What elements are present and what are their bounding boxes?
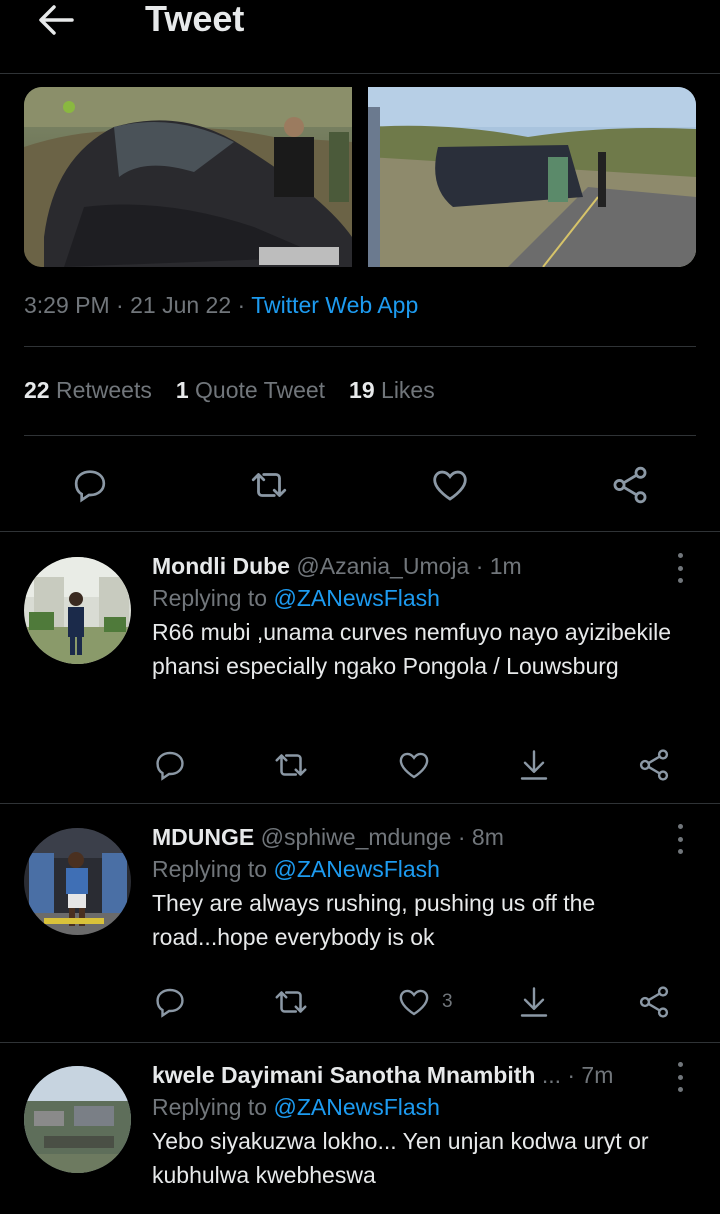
reply-button[interactable] [68, 463, 112, 507]
replying-to: Replying to @ZANewsFlash [152, 856, 440, 882]
tweet-media [24, 87, 696, 267]
reply-button[interactable] [152, 745, 188, 785]
tweet-time: 3:29 PM [24, 292, 110, 318]
more-options-button[interactable] [668, 1062, 692, 1092]
share-icon [639, 749, 669, 781]
share-icon [639, 986, 669, 1018]
username[interactable]: @Azania_Umoja [296, 553, 469, 579]
more-options-button[interactable] [668, 824, 692, 854]
avatar[interactable] [24, 557, 131, 664]
page-title: Tweet [145, 0, 245, 39]
reply-time: · 1m [475, 553, 522, 579]
retweet-button[interactable] [272, 982, 310, 1022]
divider [24, 435, 696, 436]
separator: · [116, 292, 124, 318]
avatar[interactable] [24, 1066, 131, 1173]
reply-header: Mondli Dube @Azania_Umoja · 1m [152, 551, 672, 581]
download-icon [520, 987, 548, 1017]
quote-tweets-stat[interactable]: 1 Quote Tweet [176, 377, 325, 404]
reply-text: They are always rushing, pushing us off … [152, 890, 596, 950]
top-bar: Tweet [0, 0, 720, 74]
download-button[interactable] [516, 982, 552, 1022]
divider [0, 531, 720, 532]
reply-actions: 3 [152, 982, 692, 1022]
reply-icon [156, 751, 184, 781]
reply-icon [74, 470, 106, 503]
share-button[interactable] [636, 982, 672, 1022]
tweet-photo-1[interactable] [24, 87, 352, 267]
tweet-source-link[interactable]: Twitter Web App [251, 292, 418, 318]
reply-time: · 7m [567, 1062, 614, 1088]
back-button[interactable] [36, 2, 76, 38]
retweet-button[interactable] [247, 463, 291, 507]
back-arrow-icon [39, 5, 74, 35]
retweet-icon [275, 754, 307, 776]
like-icon [399, 752, 429, 779]
separator: · [237, 292, 246, 318]
divider [24, 346, 696, 347]
replying-to: Replying to @ZANewsFlash [152, 1094, 440, 1120]
divider [0, 1042, 720, 1043]
retweet-icon [275, 991, 307, 1013]
share-icon [613, 466, 647, 504]
replying-to-handle[interactable]: @ZANewsFlash [273, 1094, 440, 1120]
like-button[interactable]: 3 [396, 982, 453, 1022]
display-name[interactable]: MDUNGE [152, 824, 254, 850]
download-icon [520, 750, 548, 780]
like-icon [399, 989, 429, 1016]
download-button[interactable] [516, 745, 552, 785]
tweet-actions [0, 463, 720, 507]
reply-header: kwele Dayimani Sanotha Mnambith ... · 7m [152, 1060, 672, 1090]
reply-body: MDUNGE @sphiwe_mdunge · 8m Replying to @… [152, 822, 672, 954]
like-count: 3 [442, 991, 453, 1012]
divider [0, 803, 720, 804]
display-name[interactable]: Mondli Dube [152, 553, 290, 579]
retweet-button[interactable] [272, 745, 310, 785]
avatar[interactable] [24, 828, 131, 935]
retweets-stat[interactable]: 22 Retweets [24, 377, 152, 404]
like-button[interactable] [396, 745, 442, 785]
reply-text: Yebo siyakuzwa lokho... Yen unjan kodwa … [152, 1128, 649, 1188]
share-button[interactable] [636, 745, 672, 785]
replying-to-handle[interactable]: @ZANewsFlash [273, 856, 440, 882]
reply-text: R66 mubi ,unama curves nemfuyo nayo ayiz… [152, 619, 672, 679]
reply-header: MDUNGE @sphiwe_mdunge · 8m [152, 822, 672, 852]
username[interactable]: @sphiwe_mdunge [261, 824, 452, 850]
replying-to-handle[interactable]: @ZANewsFlash [273, 585, 440, 611]
like-button[interactable] [428, 463, 472, 507]
reply-button[interactable] [152, 982, 188, 1022]
display-name[interactable]: kwele Dayimani Sanotha Mnambith [152, 1062, 535, 1088]
reply-body: Mondli Dube @Azania_Umoja · 1m Replying … [152, 551, 672, 683]
like-icon [433, 470, 467, 501]
tweet-photo-2[interactable] [368, 87, 696, 267]
username[interactable]: ... [542, 1062, 561, 1088]
replying-to: Replying to @ZANewsFlash [152, 585, 440, 611]
reply-time: · 8m [457, 824, 504, 850]
more-options-button[interactable] [668, 553, 692, 583]
tweet-date: 21 Jun 22 [130, 292, 232, 318]
reply-icon [156, 988, 184, 1018]
reply-actions [152, 745, 692, 785]
reply-body: kwele Dayimani Sanotha Mnambith ... · 7m… [152, 1060, 672, 1192]
tweet-stats: 22 Retweets 1 Quote Tweet 19 Likes [24, 377, 435, 404]
tweet-timestamp: 3:29 PM · 21 Jun 22 · Twitter Web App [24, 292, 418, 319]
likes-stat[interactable]: 19 Likes [349, 377, 435, 404]
retweet-icon [251, 473, 287, 497]
share-button[interactable] [608, 463, 652, 507]
